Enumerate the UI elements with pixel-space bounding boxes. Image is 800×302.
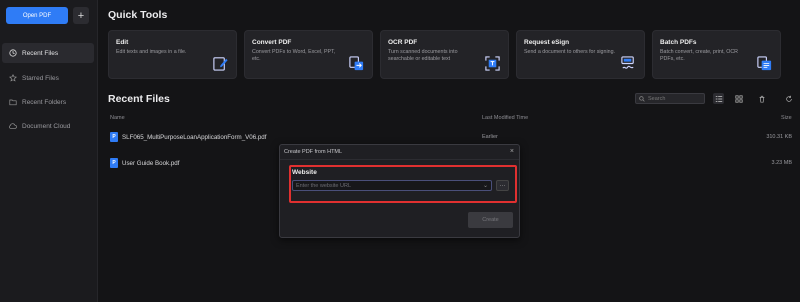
create-button[interactable]: Create	[468, 212, 513, 228]
tool-card-request-esign[interactable]: Request eSign Send a document to others …	[516, 30, 645, 79]
sidebar-item-label: Document Cloud	[22, 122, 71, 130]
sidebar-item-label: Recent Files	[22, 49, 59, 57]
tool-card-edit[interactable]: Edit Edit texts and images in a file.	[108, 30, 237, 79]
file-name: SLF065_MultiPurposeLoanApplicationForm_V…	[122, 134, 267, 141]
delete-button[interactable]	[756, 93, 767, 104]
convert-icon	[349, 56, 364, 71]
dialog-title: Create PDF from HTML	[284, 149, 343, 155]
tool-card-ocr-pdf[interactable]: OCR PDF Turn scanned documents into sear…	[380, 30, 509, 79]
folder-icon	[8, 98, 17, 107]
tool-description: Batch convert, create, print, OCR PDFs, …	[660, 49, 739, 62]
sidebar-item-label: Starred Files	[22, 74, 59, 82]
sidebar: Open PDF + Recent Files Starred Files Re…	[0, 0, 98, 302]
tool-description: Edit texts and images in a file.	[116, 49, 187, 55]
more-button[interactable]: ···	[496, 180, 509, 191]
file-size: 310.31 KB	[766, 134, 792, 140]
column-header-name: Name	[110, 115, 125, 121]
refresh-icon	[785, 95, 792, 102]
sidebar-item-starred-files[interactable]: Starred Files	[2, 68, 94, 88]
tool-title: OCR PDF	[388, 39, 418, 46]
add-button[interactable]: +	[73, 7, 89, 24]
clock-icon	[8, 49, 17, 58]
close-icon[interactable]: ×	[510, 148, 514, 155]
grid-view-button[interactable]	[733, 93, 744, 104]
tool-description: Send a document to others for signing.	[524, 49, 615, 55]
esign-icon	[621, 56, 634, 69]
file-name: User Guide Book.pdf	[122, 160, 180, 167]
list-view-button[interactable]	[713, 93, 724, 104]
column-header-size: Size	[781, 115, 792, 121]
tool-title: Edit	[116, 39, 129, 46]
ocr-icon	[485, 56, 500, 71]
tool-card-convert-pdf[interactable]: Convert PDF Convert PDFs to Word, Excel,…	[244, 30, 373, 79]
grid-view-icon	[734, 94, 743, 103]
url-placeholder: Enter the website URL	[296, 182, 352, 189]
recent-files-heading: Recent Files	[108, 93, 170, 105]
chevron-down-icon[interactable]: ⌄	[483, 182, 488, 189]
quick-tools-heading: Quick Tools	[108, 9, 168, 21]
search-placeholder: Search	[648, 95, 666, 102]
search-input[interactable]: Search	[635, 93, 705, 104]
batch-icon	[757, 56, 772, 71]
sidebar-item-recent-folders[interactable]: Recent Folders	[2, 92, 94, 112]
star-icon	[8, 74, 17, 83]
refresh-button[interactable]	[783, 93, 794, 104]
list-view-icon	[715, 95, 722, 102]
tool-card-batch-pdfs[interactable]: Batch PDFs Batch convert, create, print,…	[652, 30, 781, 79]
edit-icon	[213, 57, 228, 71]
search-icon	[639, 95, 645, 102]
file-size: 3.23 MB	[771, 160, 792, 166]
sidebar-item-document-cloud[interactable]: Document Cloud	[2, 116, 94, 136]
cloud-icon	[8, 122, 17, 131]
pdf-file-icon: P	[110, 158, 118, 168]
tool-title: Batch PDFs	[660, 39, 697, 46]
tool-title: Convert PDF	[252, 39, 292, 46]
open-pdf-button[interactable]: Open PDF	[6, 7, 68, 24]
sidebar-item-recent-files[interactable]: Recent Files	[2, 43, 94, 63]
website-label: Website	[292, 169, 317, 176]
column-header-modified: Last Modified Time	[482, 115, 529, 121]
tool-description: Convert PDFs to Word, Excel, PPT, etc.	[252, 49, 336, 62]
pdf-file-icon: P	[110, 132, 118, 142]
tool-description: Turn scanned documents into searchable o…	[388, 49, 458, 62]
file-modified: Earlier	[482, 134, 498, 140]
website-url-input[interactable]: Enter the website URL ⌄	[292, 180, 492, 191]
divider	[280, 159, 519, 160]
sidebar-item-label: Recent Folders	[22, 98, 67, 106]
tool-title: Request eSign	[524, 39, 570, 46]
trash-icon	[759, 95, 764, 103]
